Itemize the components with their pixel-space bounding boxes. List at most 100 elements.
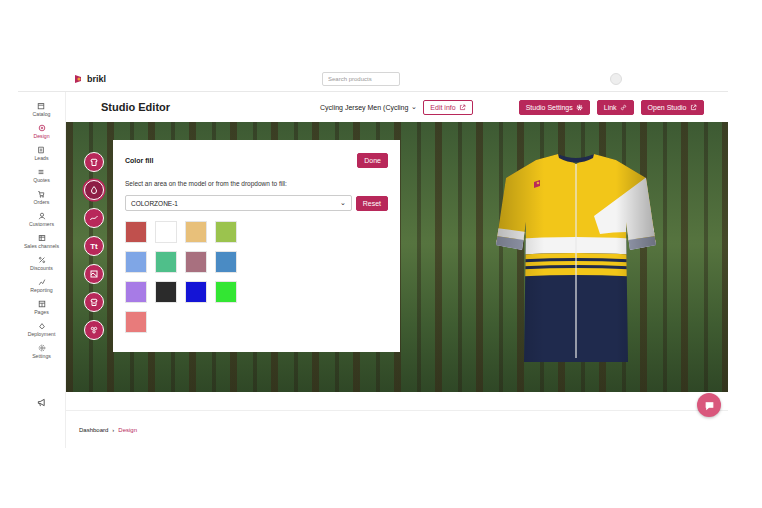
sidebar-item[interactable]: Leads [34,146,48,161]
nav-icon [38,278,46,286]
fill-icon [89,185,99,195]
panel-title: Color fill [125,157,153,164]
tool-button[interactable] [84,320,104,340]
studio-settings-button[interactable]: Studio Settings [519,100,590,115]
reset-button[interactable]: Reset [356,196,388,211]
tool-button[interactable] [84,208,104,228]
button-label[interactable]: Edit info [430,104,455,111]
sidebar-item-label[interactable]: Customers [29,221,54,227]
sidebar-item-label[interactable]: Design [33,133,49,139]
edit-info-button[interactable]: Edit info [423,100,472,115]
jersey-model[interactable] [496,150,656,370]
panel-header: Color fill Done [125,153,388,168]
studio-canvas[interactable]: Tt Color fill Done Select an area on the mo… [66,122,728,392]
product-select[interactable]: Cycling Jersey Men (Cycling⌄ [320,103,417,111]
color-swatch[interactable] [185,221,207,243]
sidebar-item[interactable]: Settings [32,344,51,359]
tool-label[interactable]: Tt [90,242,98,251]
tool-button[interactable] [84,152,104,172]
tool-rail: Tt [84,152,104,392]
instruction-text: Select an area on the model or from the … [125,180,388,187]
tool-button[interactable] [84,292,104,312]
nav-icon [38,212,46,220]
color-swatch[interactable] [185,251,207,273]
colorzone-select[interactable]: COLORZONE-1 ⌄ [125,195,352,211]
sidebar-item[interactable]: Sales channels [24,234,59,249]
color-swatch[interactable] [215,221,237,243]
sidebar: Catalog Design Leads Quotes Orders Customers S… [18,92,66,448]
sidebar-item[interactable]: Customers [29,212,54,227]
image-icon [89,269,99,279]
breadcrumb-item[interactable]: Dashboard [79,427,108,433]
page-title: Studio Editor [101,101,170,113]
colorway-icon [89,325,99,335]
zone-row: COLORZONE-1 ⌄ Reset [125,195,388,211]
sidebar-item[interactable]: Catalog [33,102,51,117]
chat-button[interactable] [697,393,721,417]
color-swatch[interactable] [215,281,237,303]
sidebar-item[interactable]: Reporting [30,278,53,293]
color-swatch[interactable] [125,311,147,333]
color-swatch[interactable] [155,251,177,273]
color-swatch[interactable] [155,221,177,243]
sidebar-item[interactable]: Pages [34,300,49,315]
sidebar-item[interactable]: Discounts [30,256,53,271]
link-button[interactable]: Link [597,100,634,115]
breadcrumb-separator: › [112,427,114,433]
color-swatch[interactable] [185,281,207,303]
megaphone-icon [37,398,46,407]
nav-icon [38,322,46,330]
done-button[interactable]: Done [357,153,388,168]
color-swatch[interactable] [215,251,237,273]
external-link-icon [459,104,466,111]
sidebar-item[interactable]: Orders [34,190,50,205]
sidebar-item-label[interactable]: Discounts [30,265,53,271]
caret-icon[interactable]: ⌄ [411,103,417,111]
color-swatch[interactable] [125,281,147,303]
brand-logo[interactable]: brikl [73,74,106,84]
button-label[interactable]: Open Studio [648,104,687,111]
tool-button[interactable] [84,180,104,200]
sidebar-item-label[interactable]: Pages [34,309,49,315]
sidebar-item-label[interactable]: Catalog [33,111,51,117]
external-link-icon [690,104,697,111]
body-row: Catalog Design Leads Quotes Orders Customers S… [18,92,728,448]
button-label[interactable]: Link [604,104,617,111]
pattern-icon [89,213,99,223]
sidebar-item-label[interactable]: Orders [34,199,50,205]
tool-button[interactable] [84,264,104,284]
breadcrumb-item[interactable]: Design [118,427,137,433]
sidebar-item-label[interactable]: Sales channels [24,243,59,249]
product-name[interactable]: Cycling Jersey Men (Cycling [320,104,408,111]
sidebar-item[interactable]: Quotes [33,168,50,183]
nav-icon [37,146,45,154]
nav-icon [37,102,45,110]
button-label[interactable]: Studio Settings [526,104,573,111]
color-swatch[interactable] [125,251,147,273]
main-area: Studio Editor Cycling Jersey Men (Cycling… [66,92,728,448]
open-studio-button[interactable]: Open Studio [641,100,704,115]
user-avatar[interactable] [610,73,622,85]
zone-value[interactable]: COLORZONE-1 [131,200,178,207]
editor-header: Studio Editor Cycling Jersey Men (Cycling… [66,92,728,122]
nav-icon [38,256,46,264]
jersey-icon [89,157,99,167]
sidebar-item[interactable]: Deployment [28,322,56,337]
brikl-logo-icon [73,74,83,84]
color-swatch[interactable] [125,221,147,243]
nav-icon [38,300,46,308]
caret-icon[interactable]: ⌄ [340,199,346,207]
tool-button[interactable]: Tt [84,236,104,256]
link-icon [620,104,627,111]
gear-icon [576,104,583,111]
sidebar-item-label[interactable]: Quotes [33,177,50,183]
sidebar-item-label[interactable]: Reporting [30,287,53,293]
brand-name[interactable]: brikl [87,74,106,84]
sidebar-item[interactable]: Design [33,124,49,139]
sidebar-item-label[interactable]: Deployment [28,331,56,337]
search-input[interactable] [322,72,400,86]
color-swatch[interactable] [155,281,177,303]
logo-icon [89,297,99,307]
sidebar-item-label[interactable]: Leads [34,155,48,161]
sidebar-item-label[interactable]: Settings [32,353,51,359]
